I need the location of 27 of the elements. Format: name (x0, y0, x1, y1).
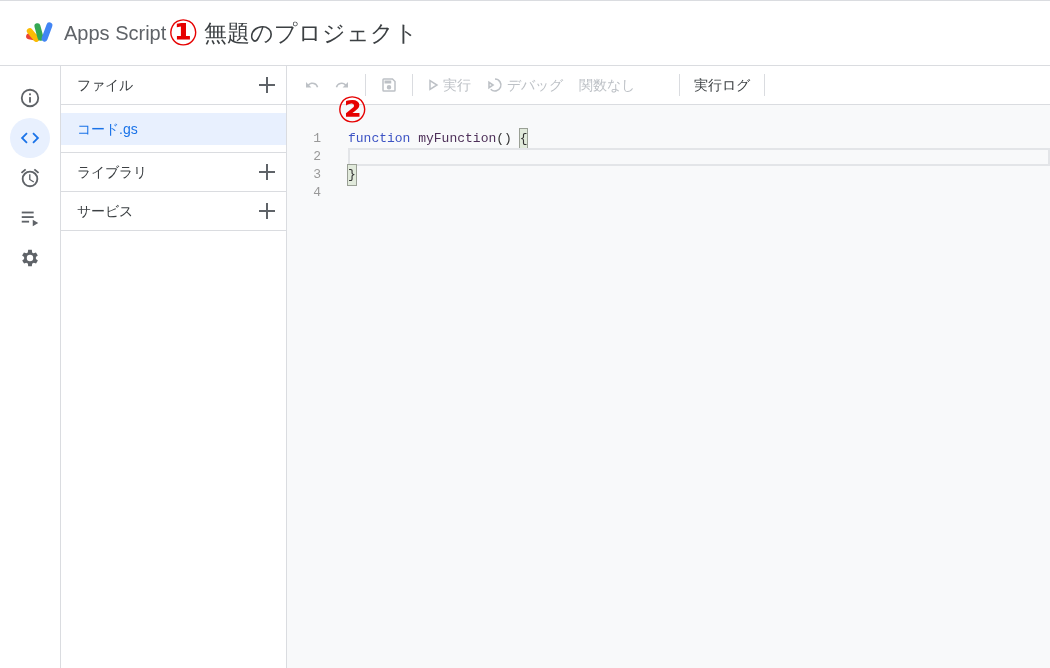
matched-bracket: } (348, 165, 356, 185)
info-icon (19, 87, 41, 109)
project-title[interactable]: 無題のプロジェクト (204, 15, 419, 51)
section-title: ファイル (77, 75, 133, 95)
callout-number: ① (168, 15, 199, 51)
add-icon[interactable] (256, 74, 278, 96)
add-icon[interactable] (256, 161, 278, 183)
code-token: myFunction (418, 130, 497, 149)
matched-bracket: { (519, 129, 528, 149)
file-item[interactable]: コード.gs (61, 113, 286, 145)
code-icon-button[interactable] (10, 118, 50, 158)
line-number: 2 (312, 148, 321, 167)
code-token: function (348, 130, 412, 149)
log-button[interactable]: 実行ログ (688, 70, 756, 100)
section-title: ライブラリ (77, 162, 147, 182)
add-icon[interactable] (256, 200, 278, 222)
code-token: () (496, 130, 513, 149)
line-number: 3 (312, 166, 321, 185)
line-number: 1 (312, 130, 321, 149)
debug-icon (487, 77, 503, 93)
product-name: Apps Script (64, 21, 167, 46)
play-icon (427, 79, 439, 91)
settings-icon (19, 247, 41, 269)
section-title: サービス (77, 201, 133, 221)
callout-number: ② (337, 92, 368, 128)
line-number: 4 (312, 184, 321, 203)
alarm-clock-icon (19, 167, 41, 189)
